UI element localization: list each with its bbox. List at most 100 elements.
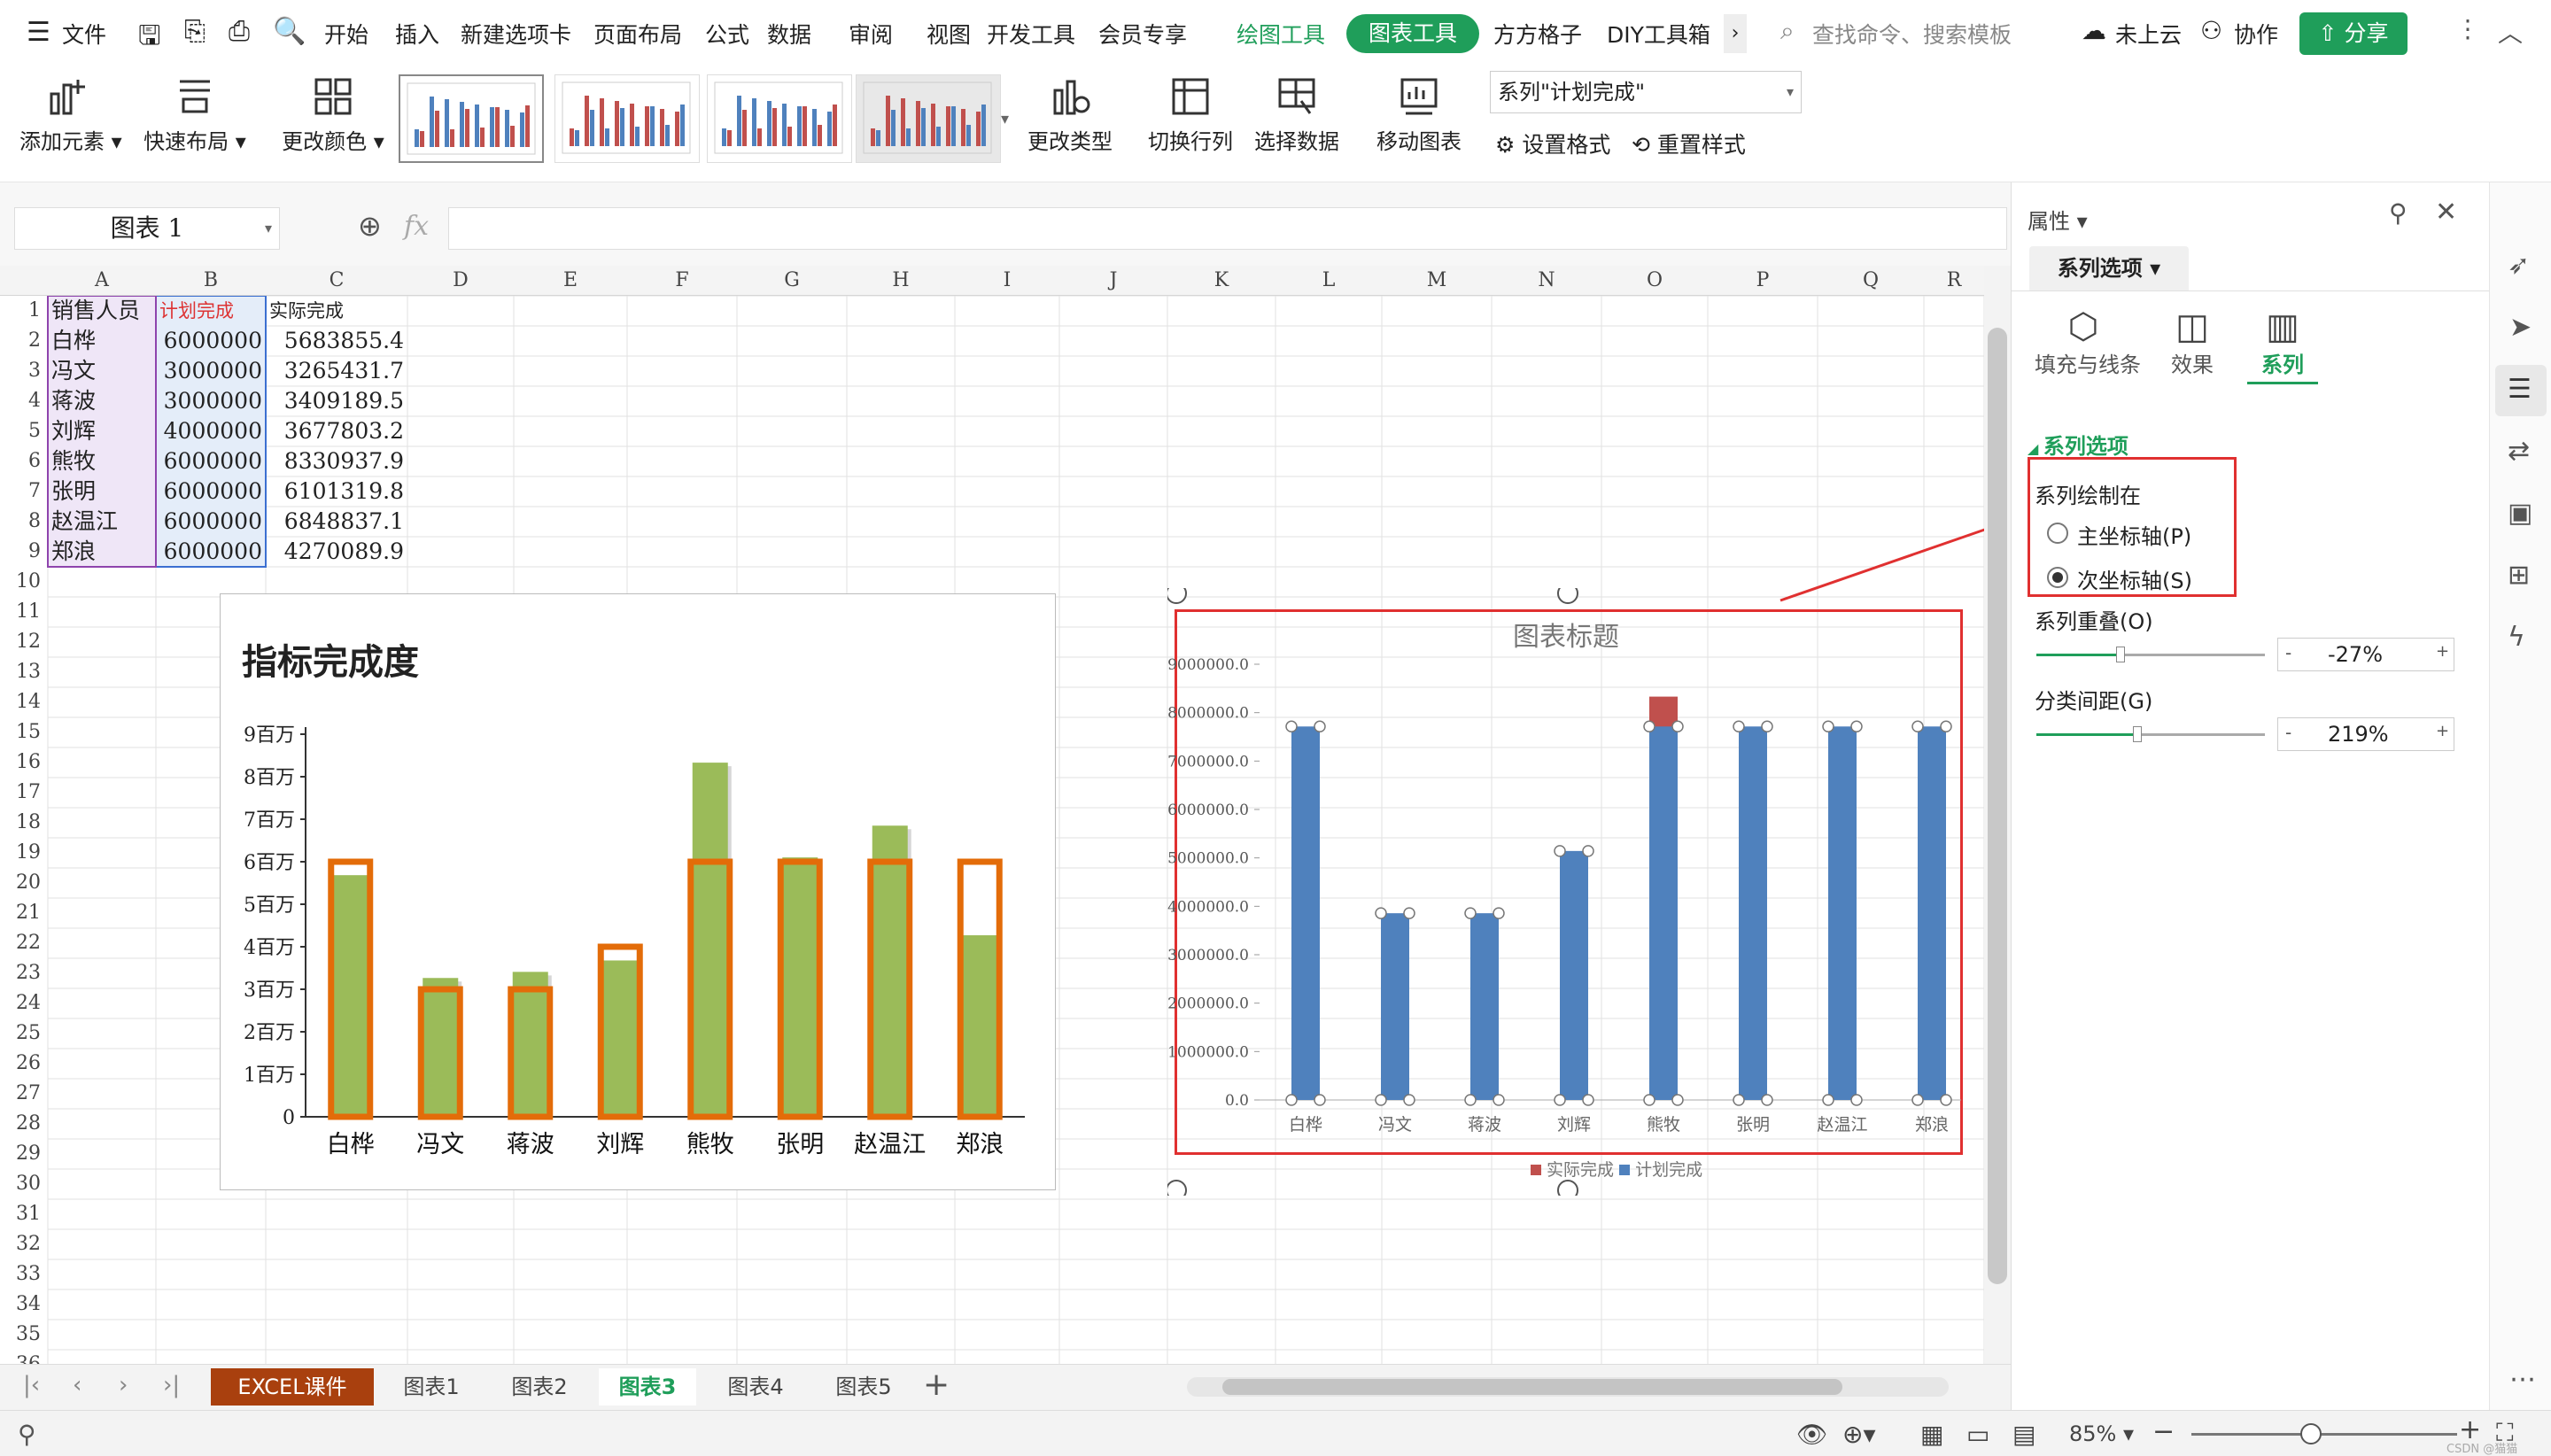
tab-sheet-1[interactable]: 图表1 xyxy=(383,1368,480,1406)
column-header-R[interactable]: R xyxy=(1924,266,1984,296)
chart2-bar-plan[interactable] xyxy=(1649,726,1678,1100)
row-header-22[interactable]: 22 xyxy=(0,928,48,958)
page-layout-view-icon[interactable]: ▭ xyxy=(1966,1420,1989,1449)
chart-frame-handle[interactable] xyxy=(1167,1180,1187,1196)
add-element-button[interactable]: 添加元素 ▾ xyxy=(19,74,122,155)
menu-item-2[interactable]: 新建选项卡 xyxy=(461,18,571,50)
chart-style-4[interactable] xyxy=(856,74,1001,163)
gap-decrement[interactable]: - xyxy=(2285,722,2291,743)
menu-diy[interactable]: DIY工具箱 xyxy=(1607,18,1710,50)
row-header-21[interactable]: 21 xyxy=(0,898,48,928)
row-header-25[interactable]: 25 xyxy=(0,1018,48,1049)
row-header-31[interactable]: 31 xyxy=(0,1199,48,1229)
pin-icon[interactable]: ⚲ xyxy=(2389,198,2408,228)
zoom-slider[interactable] xyxy=(2191,1423,2457,1444)
chart2-selection-handle[interactable] xyxy=(1822,720,1834,733)
menu-fangfang[interactable]: 方方格子 xyxy=(1493,18,1582,50)
share-button[interactable]: ⇧ 分享 xyxy=(2299,12,2408,55)
row-header-6[interactable]: 6 xyxy=(0,446,48,476)
table-cell[interactable]: 3000000 xyxy=(159,386,262,416)
properties-tool-active[interactable]: ☰ xyxy=(2495,365,2547,416)
table-cell[interactable]: 熊牧 xyxy=(51,446,152,476)
image-tool-icon[interactable]: ▣ xyxy=(2508,498,2532,529)
row-header-23[interactable]: 23 xyxy=(0,958,48,988)
table-cell[interactable]: 3677803.2 xyxy=(269,416,404,446)
row-header-8[interactable]: 8 xyxy=(0,507,48,537)
chart2-bar-plan[interactable] xyxy=(1381,913,1409,1100)
chart2-selection-handle[interactable] xyxy=(1911,720,1924,733)
menu-chart-tools[interactable]: 图表工具 xyxy=(1346,14,1479,53)
column-header-A[interactable]: A xyxy=(48,266,156,296)
cloud-status[interactable]: 未上云 xyxy=(2115,18,2182,50)
gap-value[interactable]: 219% xyxy=(2328,722,2389,747)
row-header-27[interactable]: 27 xyxy=(0,1079,48,1109)
row-header-18[interactable]: 18 xyxy=(0,808,48,838)
next-sheet-icon[interactable]: › xyxy=(119,1372,128,1398)
column-header-B[interactable]: B xyxy=(156,266,266,296)
chart2-selection-handle[interactable] xyxy=(1464,907,1477,919)
row-header-29[interactable]: 29 xyxy=(0,1139,48,1169)
subtab-series[interactable]: ▥ 系列 xyxy=(2247,306,2318,384)
chart2-bar-plan[interactable] xyxy=(1560,850,1588,1100)
row-header-15[interactable]: 15 xyxy=(0,717,48,747)
row-header-33[interactable]: 33 xyxy=(0,1259,48,1289)
zoom-level[interactable]: 85% ▾ xyxy=(2069,1421,2134,1446)
chart2-selection-handle[interactable] xyxy=(1733,720,1745,733)
chart2-selection-handle[interactable] xyxy=(1314,720,1326,733)
overlap-increment[interactable]: + xyxy=(2436,642,2449,661)
menu-drawing-tools[interactable]: 绘图工具 xyxy=(1237,18,1325,50)
chart-frame-handle[interactable] xyxy=(1167,588,1187,604)
style-gallery-expand-icon[interactable]: ▾ xyxy=(1001,110,1009,128)
input-method-icon[interactable]: ⊕▾ xyxy=(1842,1420,1876,1449)
column-header-J[interactable]: J xyxy=(1059,266,1167,296)
column-header-G[interactable]: G xyxy=(737,266,847,296)
column-header-M[interactable]: M xyxy=(1382,266,1492,296)
tab-sheet-2[interactable]: 图表2 xyxy=(491,1368,588,1406)
transform-icon[interactable]: ⇄ xyxy=(2508,436,2530,467)
row-header-11[interactable]: 11 xyxy=(0,597,48,627)
print-icon[interactable]: ⎙ xyxy=(229,16,250,47)
row-header-20[interactable]: 20 xyxy=(0,868,48,898)
change-type-button[interactable]: 更改类型 xyxy=(1024,74,1116,155)
chart1-bar-actual[interactable] xyxy=(782,857,818,1117)
chart1-bar-actual[interactable] xyxy=(512,972,548,1117)
normal-view-icon[interactable]: ▦ xyxy=(1920,1420,1943,1449)
chart-completion[interactable]: 指标完成度 0 1百万 2百万 3百万 4百万 5百万 6百万 7百万 8百万 9百万 白桦 冯文 蒋波… xyxy=(220,593,1056,1190)
quick-layout-button[interactable]: 快速布局 ▾ xyxy=(143,74,246,155)
column-header-F[interactable]: F xyxy=(627,266,737,296)
tab-sheet-3[interactable]: 图表3 xyxy=(599,1368,696,1406)
column-header-E[interactable]: E xyxy=(514,266,627,296)
gap-increment[interactable]: + xyxy=(2436,722,2449,740)
vertical-scrollbar[interactable] xyxy=(1984,266,2011,1364)
chart2-bar-plan[interactable] xyxy=(1918,726,1946,1100)
chart2-bar-plan[interactable] xyxy=(1291,726,1320,1100)
chart1-bar-actual[interactable] xyxy=(423,978,459,1117)
fx-icon[interactable]: fx xyxy=(404,211,429,242)
table-cell[interactable]: 6000000 xyxy=(159,326,262,356)
column-header-K[interactable]: K xyxy=(1167,266,1276,296)
book-search-icon[interactable]: ⊞ xyxy=(2508,560,2530,591)
table-cell[interactable]: 蒋波 xyxy=(51,386,152,416)
row-header-28[interactable]: 28 xyxy=(0,1109,48,1139)
gap-stepper[interactable]: - 219% + xyxy=(2277,717,2454,751)
menu-item-7[interactable]: 视图 xyxy=(927,18,971,50)
chart2-selection-handle[interactable] xyxy=(1940,1094,1952,1106)
last-sheet-icon[interactable]: ›| xyxy=(163,1372,180,1398)
tab-sheet-4[interactable]: 图表4 xyxy=(707,1368,804,1406)
menu-item-3[interactable]: 页面布局 xyxy=(593,18,682,50)
table-cell[interactable]: 4270089.9 xyxy=(269,537,404,567)
chart2-selection-handle[interactable] xyxy=(1375,907,1387,919)
chart2-selection-handle[interactable] xyxy=(1671,720,1684,733)
chart-style-1[interactable] xyxy=(399,74,544,163)
chart2-selection-handle[interactable] xyxy=(1314,1094,1326,1106)
chart2-selection-handle[interactable] xyxy=(1761,720,1773,733)
row-header-34[interactable]: 34 xyxy=(0,1289,48,1320)
chart2-selection-handle[interactable] xyxy=(1375,1094,1387,1106)
chart2-selection-handle[interactable] xyxy=(1464,1094,1477,1106)
table-cell[interactable]: 6000000 xyxy=(159,507,262,537)
row-header-9[interactable]: 9 xyxy=(0,537,48,567)
header-cell-2[interactable]: 实际完成 xyxy=(269,296,406,326)
menu-item-6[interactable]: 审阅 xyxy=(849,18,893,50)
move-chart-button[interactable]: 移动图表 xyxy=(1373,74,1465,155)
column-header-C[interactable]: C xyxy=(266,266,407,296)
